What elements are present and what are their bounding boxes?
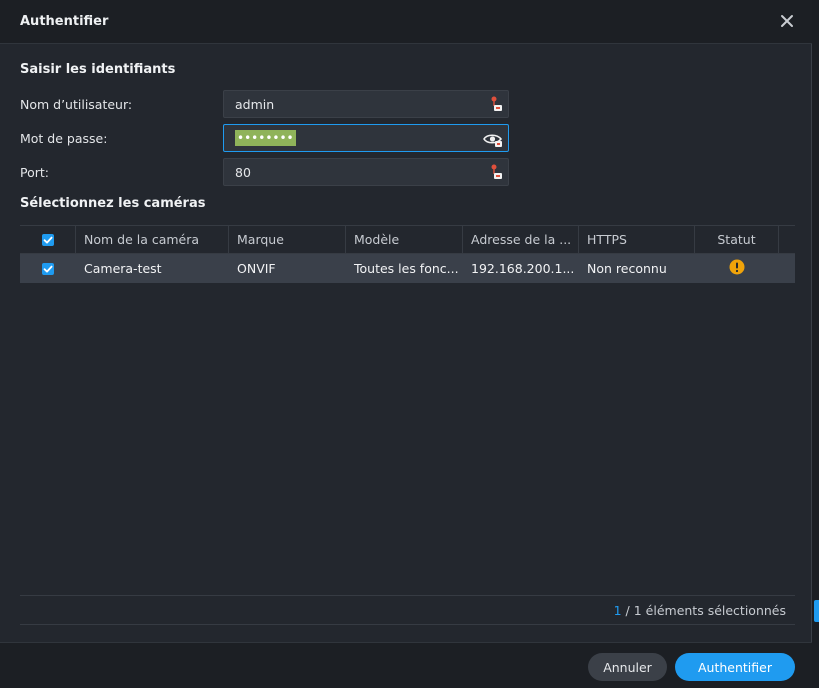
port-input[interactable] <box>235 159 475 185</box>
background-side-tab <box>814 600 819 622</box>
close-button[interactable] <box>776 10 798 32</box>
camera-table: Nom de la caméra Marque Modèle Adresse d… <box>20 225 795 595</box>
selected-total-text: / 1 éléments sélectionnés <box>625 603 786 618</box>
brand-cell: ONVIF <box>237 261 276 276</box>
selected-count: 1 <box>613 603 622 618</box>
password-label: Mot de passe: <box>20 131 108 146</box>
username-field-box <box>223 90 509 118</box>
model-cell: Toutes les fonc... <box>354 261 459 276</box>
username-input[interactable] <box>235 91 475 117</box>
password-field-box: •••••••• <box>223 124 509 152</box>
show-password-eye-icon[interactable] <box>483 131 503 147</box>
credentials-section-title: Saisir les identifiants <box>20 62 176 77</box>
dialog-title: Authentifier <box>20 14 109 29</box>
port-label: Port: <box>20 165 49 180</box>
row-checkbox[interactable] <box>42 263 54 275</box>
warning-icon <box>729 259 745 275</box>
select-all-checkbox[interactable] <box>42 234 54 246</box>
username-label: Nom d’utilisateur: <box>20 97 133 112</box>
authenticate-button[interactable]: Authentifier <box>675 653 795 681</box>
column-header-address[interactable]: Adresse de la ... <box>463 226 579 254</box>
cameras-section-title: Sélectionnez les caméras <box>20 196 206 211</box>
column-header-status[interactable]: Statut <box>695 226 779 254</box>
close-icon <box>781 15 793 27</box>
password-input[interactable]: •••••••• <box>235 130 296 146</box>
camera-name-cell: Camera-test <box>84 261 162 276</box>
password-manager-icon[interactable] <box>490 96 504 112</box>
port-field-box <box>223 158 509 186</box>
https-cell: Non reconnu <box>587 261 667 276</box>
column-header-camera-name[interactable]: Nom de la caméra <box>76 226 229 254</box>
checkmark-icon <box>43 236 53 244</box>
footer-divider <box>20 624 795 625</box>
table-footer-divider <box>20 595 795 596</box>
button-bar: Annuler Authentifier <box>0 642 812 688</box>
column-header-brand[interactable]: Marque <box>229 226 346 254</box>
dialog-titlebar: Authentifier <box>0 0 812 44</box>
column-header-https[interactable]: HTTPS <box>579 226 695 254</box>
column-header-model[interactable]: Modèle <box>346 226 463 254</box>
table-row[interactable]: Camera-test ONVIF Toutes les fonc... 192… <box>20 254 795 283</box>
cancel-button[interactable]: Annuler <box>588 653 667 681</box>
password-manager-icon[interactable] <box>490 164 504 180</box>
selection-summary: 1 / 1 éléments sélectionnés <box>614 603 786 618</box>
address-cell: 192.168.200.1... <box>471 261 575 276</box>
checkmark-icon <box>43 265 53 273</box>
authenticate-dialog: Authentifier Saisir les identifiants Nom… <box>0 0 812 688</box>
table-header: Nom de la caméra Marque Modèle Adresse d… <box>20 225 795 254</box>
select-all-header <box>20 226 76 254</box>
